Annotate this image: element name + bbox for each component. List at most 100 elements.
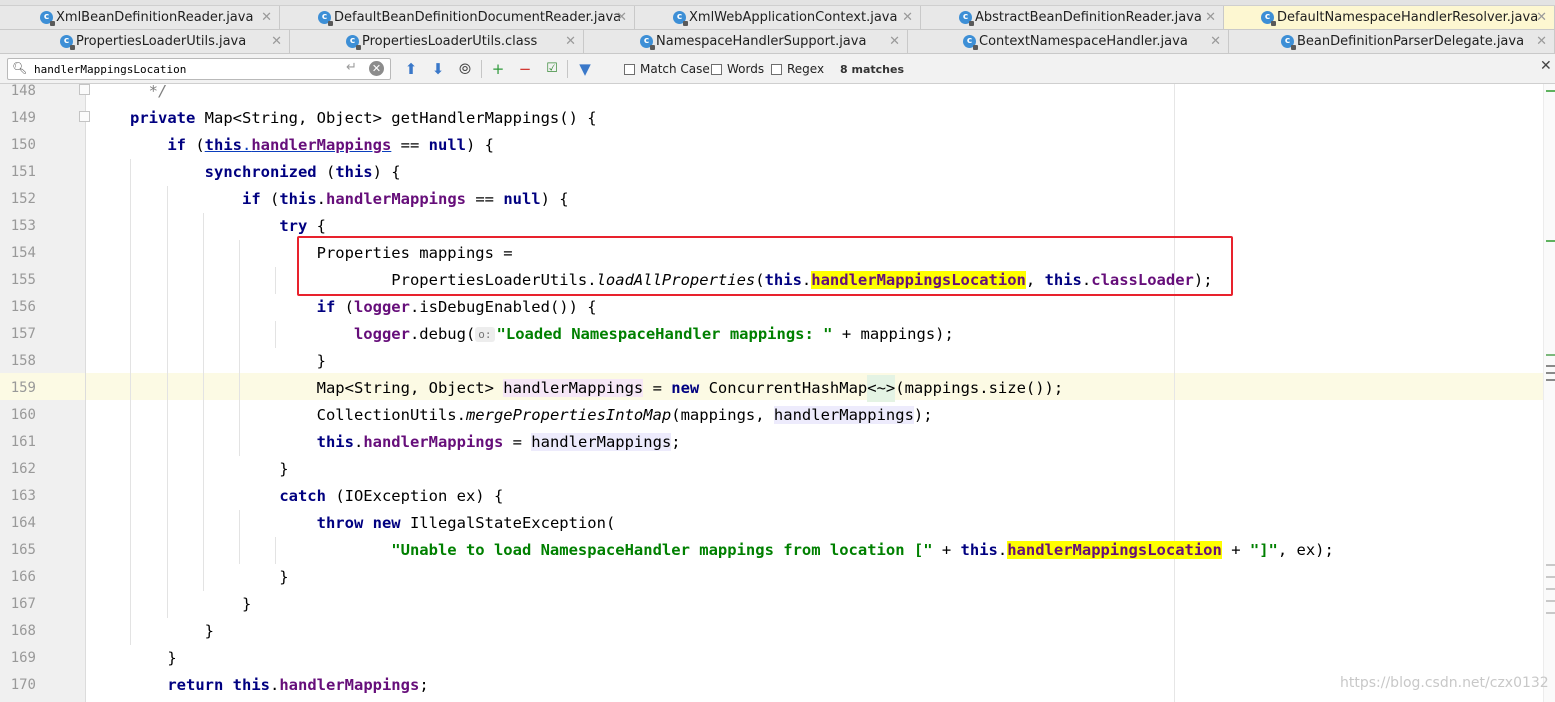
clear-icon[interactable]: ✕ — [369, 61, 384, 76]
editor-tab[interactable]: c BeanDefinitionParserDelegate.java ✕ — [1229, 30, 1555, 53]
regex-checkbox[interactable]: Regex — [771, 62, 824, 76]
editor-tab-label: PropertiesLoaderUtils.java — [76, 34, 247, 49]
editor-tab[interactable]: c XmlBeanDefinitionReader.java ✕ — [0, 6, 280, 29]
match-case-checkbox[interactable]: Match Case — [624, 62, 710, 76]
enter-icon[interactable]: ↵ — [346, 60, 357, 75]
code-text[interactable]: Map<String, Object> handlerMappings = ne… — [130, 375, 1063, 402]
code-editor[interactable]: 148 */ 149 private Map<String, Object> get… — [0, 84, 1555, 702]
line-number: 165 — [10, 542, 36, 558]
code-text[interactable]: "Unable to load NamespaceHandler mapping… — [130, 537, 1334, 564]
code-text[interactable]: logger.debug(o: "Loaded NamespaceHandler … — [130, 321, 954, 348]
words-checkbox[interactable]: Words — [711, 62, 764, 76]
close-icon[interactable]: ✕ — [565, 34, 576, 49]
code-line: 148 */ — [0, 84, 1555, 105]
code-text[interactable]: this.handlerMappings = handlerMappings; — [130, 429, 681, 456]
code-text[interactable]: return this.handlerMappings; — [130, 672, 428, 699]
close-icon[interactable]: ✕ — [616, 10, 627, 25]
line-number: 159 — [10, 380, 36, 396]
error-stripe-mark[interactable] — [1546, 564, 1555, 566]
code-text[interactable]: if (this.handlerMappings == null) { — [130, 186, 569, 213]
error-stripe-mark[interactable] — [1546, 372, 1555, 374]
class-file-icon: c — [959, 11, 974, 26]
editor-tab[interactable]: c DefaultBeanDefinitionDocumentReader.jav… — [280, 6, 635, 29]
editor-tab[interactable]: c AbstractBeanDefinitionReader.java ✕ — [921, 6, 1224, 29]
code-text[interactable]: } — [130, 456, 288, 483]
code-text[interactable]: } — [130, 645, 176, 672]
code-text[interactable]: if (logger.isDebugEnabled()) { — [130, 294, 597, 321]
error-stripe-mark[interactable] — [1546, 379, 1555, 381]
search-field[interactable]: 🔍︎ ↵ ✕ — [7, 58, 391, 80]
code-text[interactable]: private Map<String, Object> getHandlerMa… — [130, 105, 597, 132]
editor-tab[interactable]: c DefaultNamespaceHandlerResolver.java ✕ — [1224, 6, 1555, 29]
close-icon[interactable]: ✕ — [902, 10, 913, 25]
code-line: 163 catch (IOException ex) { — [0, 483, 1555, 510]
close-icon[interactable]: ✕ — [1536, 34, 1547, 49]
code-line: 157 logger.debug(o: "Loaded NamespaceHand… — [0, 321, 1555, 348]
select-all-occurrences-icon[interactable]: ☑ — [543, 60, 561, 78]
close-icon[interactable]: ✕ — [261, 10, 272, 25]
error-stripe-mark[interactable] — [1546, 240, 1555, 242]
error-stripe-mark[interactable] — [1546, 365, 1555, 367]
code-text[interactable]: PropertiesLoaderUtils.loadAllProperties(… — [130, 267, 1213, 294]
code-text[interactable]: CollectionUtils.mergePropertiesIntoMap(m… — [130, 402, 933, 429]
code-line: 170 return this.handlerMappings; — [0, 672, 1555, 699]
line-number: 164 — [10, 515, 36, 531]
close-icon[interactable]: ✕ — [1540, 58, 1552, 74]
code-text[interactable]: */ — [130, 84, 168, 105]
match-count: 8 matches — [840, 63, 904, 76]
code-line: 158 } — [0, 348, 1555, 375]
code-text[interactable]: } — [130, 564, 288, 591]
code-text[interactable]: } — [130, 618, 214, 645]
code-text[interactable]: catch (IOException ex) { — [130, 483, 503, 510]
error-stripe-mark[interactable] — [1546, 588, 1555, 590]
code-text[interactable]: } — [130, 591, 251, 618]
arrow-down-icon[interactable]: ⬇︎ — [429, 60, 447, 78]
code-text[interactable]: synchronized (this) { — [130, 159, 401, 186]
close-icon[interactable]: ✕ — [889, 34, 900, 49]
close-icon[interactable]: ✕ — [1205, 10, 1216, 25]
error-stripe-mark[interactable] — [1546, 576, 1555, 578]
remove-occurrence-icon[interactable]: − — [516, 60, 534, 78]
code-text[interactable]: try { — [130, 213, 326, 240]
close-icon[interactable]: ✕ — [1210, 34, 1221, 49]
close-icon[interactable]: ✕ — [271, 34, 282, 49]
arrow-up-icon[interactable]: ⬆︎ — [402, 60, 420, 78]
add-occurrence-icon[interactable]: + — [489, 60, 507, 78]
editor-tab[interactable]: c PropertiesLoaderUtils.class ✕ — [290, 30, 584, 53]
code-line: 156 if (logger.isDebugEnabled()) { — [0, 294, 1555, 321]
line-number: 167 — [10, 596, 36, 612]
error-stripe-mark[interactable] — [1546, 612, 1555, 614]
code-text[interactable]: throw new IllegalStateException( — [130, 510, 616, 537]
editor-tab[interactable]: c NamespaceHandlerSupport.java ✕ — [584, 30, 908, 53]
search-input[interactable] — [34, 61, 344, 77]
search-icon[interactable]: 🔍︎ — [12, 61, 27, 75]
code-line: 165 "Unable to load NamespaceHandler map… — [0, 537, 1555, 564]
editor-tab[interactable]: c PropertiesLoaderUtils.java ✕ — [0, 30, 290, 53]
editor-tab-label: NamespaceHandlerSupport.java — [656, 34, 867, 49]
error-stripe-mark[interactable] — [1546, 354, 1555, 356]
code-text[interactable]: if (this.handlerMappings == null) { — [130, 132, 494, 159]
editor-tab[interactable]: c XmlWebApplicationContext.java ✕ — [635, 6, 921, 29]
editor-tab[interactable]: c ContextNamespaceHandler.java ✕ — [908, 30, 1229, 53]
class-file-icon: c — [40, 11, 55, 26]
checkbox-box[interactable] — [711, 63, 722, 75]
find-all-icon[interactable]: ⦾ — [456, 60, 474, 78]
line-number: 166 — [10, 569, 36, 585]
line-number: 151 — [10, 164, 36, 180]
error-stripe-mark[interactable] — [1546, 90, 1555, 92]
code-text[interactable]: Properties mappings = — [130, 240, 513, 267]
code-line: 168 } — [0, 618, 1555, 645]
line-number: 157 — [10, 326, 36, 342]
checkbox-box[interactable] — [771, 63, 782, 75]
filter-icon[interactable]: ▼ — [576, 60, 594, 78]
match-case-label: Match Case — [640, 62, 710, 76]
line-number: 148 — [10, 84, 36, 99]
code-line: 162 } — [0, 456, 1555, 483]
checkbox-box[interactable] — [624, 63, 635, 75]
close-icon[interactable]: ✕ — [1536, 10, 1547, 25]
code-text[interactable]: } — [130, 348, 326, 375]
editor-tab-label: XmlWebApplicationContext.java — [689, 10, 898, 25]
error-stripe-mark[interactable] — [1546, 600, 1555, 602]
editor-scrollbar[interactable] — [1543, 84, 1555, 702]
editor-tab-label: AbstractBeanDefinitionReader.java — [975, 10, 1202, 25]
